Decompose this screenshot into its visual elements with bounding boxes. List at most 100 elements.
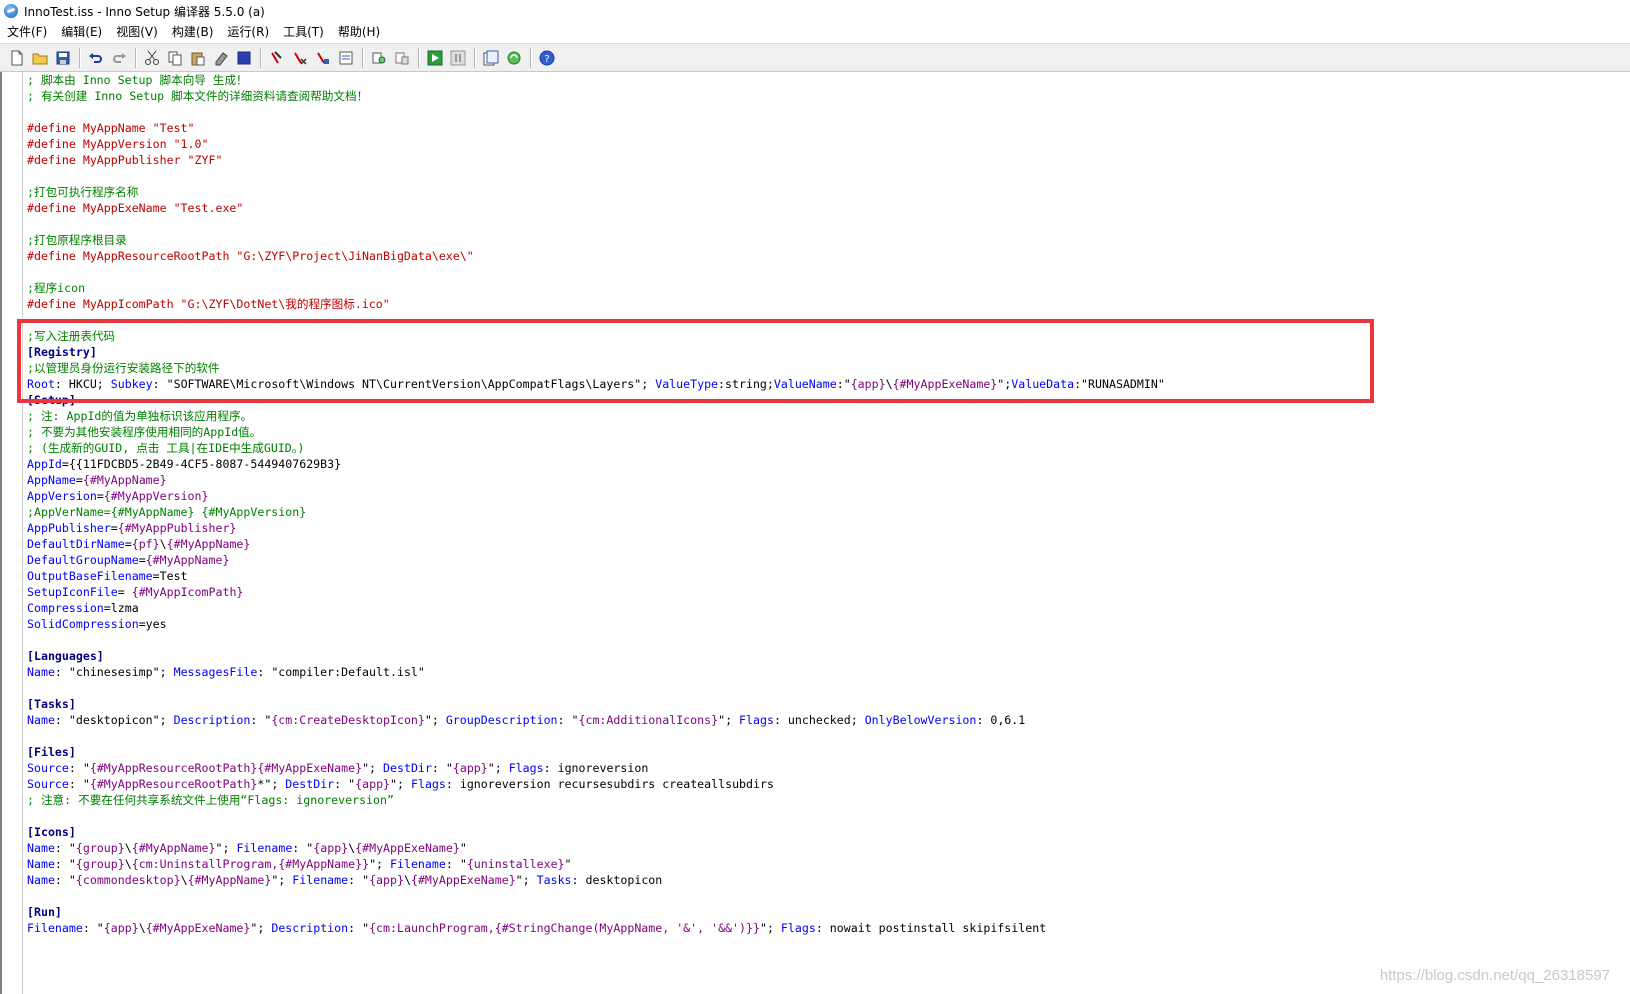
code-token: ;AppVerName={#MyAppName} {#MyAppVersion} <box>27 505 307 519</box>
cut-button[interactable] <box>141 47 163 69</box>
code-line: ;AppVerName={#MyAppName} {#MyAppVersion} <box>27 504 1165 520</box>
code-token: \ <box>403 873 411 887</box>
code-line: DefaultDirName={pf}\{#MyAppName} <box>27 536 1165 552</box>
stop-compile-button[interactable] <box>289 47 311 69</box>
code-token: "; <box>369 857 391 871</box>
code-line: Source: "{#MyAppResourceRootPath}{#MyApp… <box>27 760 1165 776</box>
code-line: ; 脚本由 Inno Setup 脚本向导 生成！ <box>27 72 1165 88</box>
copy-icon <box>168 51 182 65</box>
code-token: {#MyAppExeName} <box>410 873 516 887</box>
watermark: https://blog.csdn.net/qq_26318597 <box>1379 967 1610 984</box>
code-token: MessagesFile <box>173 665 258 679</box>
undo-button[interactable] <box>85 47 107 69</box>
code-token: ; 注: AppId的值为单独标识该应用程序。 <box>27 409 253 423</box>
code-token: OutputBaseFilename <box>27 569 153 583</box>
save-button[interactable] <box>52 47 74 69</box>
code-token: : "desktopicon"; <box>54 713 174 727</box>
code-line: Name: "desktopicon"; Description: "{cm:C… <box>27 712 1165 728</box>
code-token: Name <box>27 841 55 855</box>
code-line: OutputBaseFilename=Test <box>27 568 1165 584</box>
code-token: AppVersion <box>27 489 97 503</box>
select-all-icon <box>237 51 251 64</box>
code-line: #define MyAppPublisher "ZYF" <box>27 152 1165 168</box>
code-token: #define MyAppName "Test" <box>27 121 195 135</box>
code-token: "; <box>215 841 237 855</box>
code-line: ​ <box>27 728 1165 744</box>
eraser-icon <box>215 51 228 65</box>
compile-button[interactable] <box>266 47 288 69</box>
code-token: "; <box>487 761 509 775</box>
run-button[interactable] <box>424 47 446 69</box>
code-token: Flags <box>508 761 544 775</box>
menu-item-2[interactable]: 视图(V) <box>109 22 165 43</box>
refresh-button[interactable] <box>503 47 525 69</box>
code-token: {#MyAppName} <box>82 473 167 487</box>
code-token: {#MyAppName} <box>131 841 216 855</box>
pause-button[interactable] <box>447 47 469 69</box>
code-token: AppPublisher <box>27 521 111 535</box>
code-token: {group} <box>75 841 125 855</box>
code-token: "; <box>362 761 384 775</box>
code-token: *"; <box>257 777 286 791</box>
select-all-button[interactable] <box>233 47 255 69</box>
redo-icon <box>113 52 126 63</box>
new-file-button[interactable] <box>6 47 28 69</box>
code-token: = <box>96 489 104 503</box>
wizard-icon <box>483 50 499 65</box>
code-line: #define MyAppIcomPath "G:\ZYF\DotNet\我的程… <box>27 296 1165 312</box>
wizard-button[interactable] <box>480 47 502 69</box>
menu-item-5[interactable]: 工具(T) <box>276 22 331 43</box>
script-text[interactable]: ; 脚本由 Inno Setup 脚本向导 生成！ ; 有关创建 Inno Set… <box>27 72 1165 936</box>
code-token: {commondesktop} <box>75 873 181 887</box>
code-token: Tasks <box>536 873 572 887</box>
copy-button[interactable] <box>164 47 186 69</box>
code-token: = <box>124 537 132 551</box>
menu-item-1[interactable]: 编辑(E) <box>54 22 109 43</box>
code-token: \ <box>124 841 132 855</box>
code-line: ​ <box>27 216 1165 232</box>
open-folder-button[interactable] <box>29 47 51 69</box>
clean-button[interactable] <box>312 47 334 69</box>
code-token: Flags <box>780 921 816 935</box>
code-line: ;程序icon <box>27 280 1165 296</box>
code-token: {uninstallexe} <box>466 857 565 871</box>
code-editor[interactable]: ; 脚本由 Inno Setup 脚本向导 生成！ ; 有关创建 Inno Set… <box>0 72 1630 994</box>
code-token: DefaultGroupName <box>27 553 139 567</box>
toolbar-separator <box>362 47 364 68</box>
code-token: : "compiler:Default.isl" <box>257 665 425 679</box>
code-token: : " <box>557 713 579 727</box>
output-button[interactable] <box>335 47 357 69</box>
code-token: {#MyAppName} <box>166 537 251 551</box>
menu-item-0[interactable]: 文件(F) <box>0 22 54 43</box>
code-token: = <box>75 473 83 487</box>
code-token: : " <box>334 777 356 791</box>
code-token: {app} <box>369 873 404 887</box>
menu-item-4[interactable]: 运行(R) <box>220 22 276 43</box>
menu-item-6[interactable]: 帮助(H) <box>331 22 387 43</box>
redo-button[interactable] <box>108 47 130 69</box>
code-line: #define MyAppName "Test" <box>27 120 1165 136</box>
replace-button[interactable] <box>391 47 413 69</box>
code-token: {cm:CreateDesktopIcon} <box>271 713 425 727</box>
help-button[interactable]: ? <box>536 47 558 69</box>
code-token: ;打包原程序根目录 <box>27 233 127 247</box>
code-token: = <box>117 585 132 599</box>
code-token: : " <box>68 761 90 775</box>
code-token: {app} <box>103 921 139 935</box>
stop-compile-icon <box>294 51 307 65</box>
code-token: : " <box>292 841 314 855</box>
eraser-button[interactable] <box>210 47 232 69</box>
code-line: #define MyAppResourceRootPath "G:\ZYF\Pr… <box>27 248 1165 264</box>
code-token: {cm:AdditionalIcons} <box>578 713 719 727</box>
find-button[interactable] <box>368 47 390 69</box>
code-line: SolidCompression=yes <box>27 616 1165 632</box>
code-token: : nowait postinstall skipifsilent <box>815 921 1047 935</box>
menu-item-3[interactable]: 构建(B) <box>165 22 221 43</box>
code-token: SetupIconFile <box>27 585 118 599</box>
code-line: ​ <box>27 168 1165 184</box>
code-token: Name <box>27 857 55 871</box>
paste-button[interactable] <box>187 47 209 69</box>
code-token: AppName <box>27 473 76 487</box>
code-token: ; 注意: 不要在任何共享系统文件上使用“Flags: ignoreversio… <box>27 793 394 807</box>
code-token: : 0,6.1 <box>976 713 1026 727</box>
